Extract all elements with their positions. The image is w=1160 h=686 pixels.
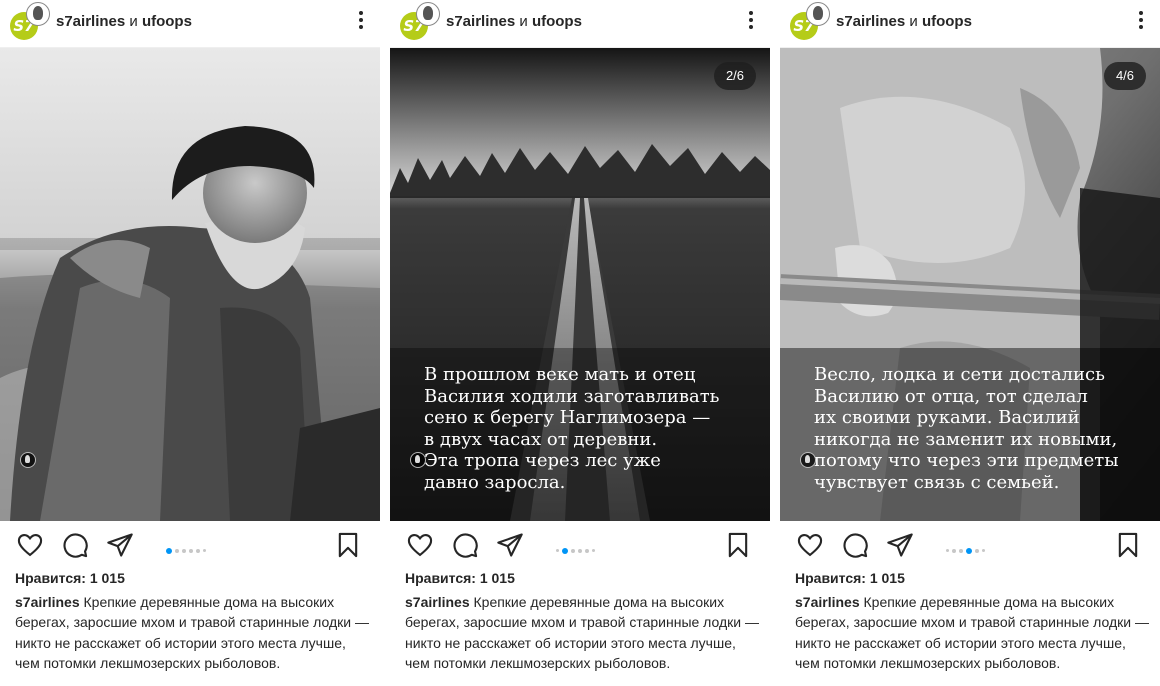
account-name-s7airlines[interactable]: s7airlines — [56, 13, 125, 30]
likes-count[interactable]: Нравится: 1 015 — [405, 570, 515, 586]
post-card-1: S7 s7airlines и ufoops Нравится: 1 015 s… — [0, 0, 380, 686]
more-vertical-icon[interactable] — [746, 9, 756, 37]
more-vertical-icon[interactable] — [356, 9, 366, 37]
account-name-ufoops[interactable]: ufoops — [922, 13, 972, 30]
share-icon[interactable] — [106, 531, 136, 559]
post-actions — [780, 521, 1160, 567]
account-names[interactable]: s7airlines и ufoops — [836, 13, 972, 30]
post-header: S7 s7airlines и ufoops — [0, 0, 380, 48]
account-name-s7airlines[interactable]: s7airlines — [836, 13, 905, 30]
carousel-dot — [966, 547, 972, 554]
comment-icon[interactable] — [451, 531, 481, 559]
ufoops-avatar — [26, 2, 50, 26]
photo-overlay-text: В прошлом веке мать и отец Василия ходил… — [424, 364, 744, 493]
account-joiner: и — [909, 13, 918, 30]
post-card-2: S7 s7airlines и ufoops 2/6 В прошлом век… — [390, 0, 770, 686]
overlay-caption: В прошлом веке мать и отец Василия ходил… — [424, 364, 720, 493]
tagged-user-icon[interactable] — [800, 452, 816, 468]
likes-count[interactable]: Нравится: 1 015 — [795, 570, 905, 586]
carousel-dot — [578, 548, 582, 553]
post-photo[interactable]: 4/6 Весло, лодка и сети достались Васили… — [780, 48, 1160, 521]
account-name-ufoops[interactable]: ufoops — [142, 13, 192, 30]
bookmark-icon[interactable] — [724, 531, 754, 559]
comment-icon[interactable] — [61, 531, 91, 559]
tagged-user-icon[interactable] — [20, 452, 36, 468]
carousel-dot — [975, 548, 979, 553]
comment-icon[interactable] — [841, 531, 871, 559]
carousel-dot — [585, 548, 589, 553]
avatar[interactable]: S7 — [8, 2, 50, 42]
bookmark-icon[interactable] — [334, 531, 364, 559]
avatar[interactable]: S7 — [398, 2, 440, 42]
heart-icon[interactable] — [406, 531, 436, 559]
carousel-dot — [562, 547, 568, 554]
more-vertical-icon[interactable] — [1136, 9, 1146, 37]
ufoops-avatar — [416, 2, 440, 26]
carousel-dot — [203, 549, 206, 553]
account-names[interactable]: s7airlines и ufoops — [446, 13, 582, 30]
post-actions — [390, 521, 770, 567]
caption-username[interactable]: s7airlines — [795, 594, 860, 610]
carousel-indicator — [166, 542, 209, 554]
account-name-s7airlines[interactable]: s7airlines — [446, 13, 515, 30]
carousel-dot — [952, 548, 956, 553]
post-photo[interactable] — [0, 48, 380, 521]
carousel-dot — [189, 548, 193, 553]
carousel-dot — [982, 549, 985, 553]
caption-username[interactable]: s7airlines — [15, 594, 80, 610]
photo-overlay-text: Весло, лодка и сети достались Василию от… — [814, 364, 1134, 493]
post-photo[interactable]: 2/6 В прошлом веке мать и отец Василия х… — [390, 48, 770, 521]
heart-icon[interactable] — [796, 531, 826, 559]
tagged-user-icon[interactable] — [410, 452, 426, 468]
avatar[interactable]: S7 — [788, 2, 830, 42]
likes-count[interactable]: Нравится: 1 015 — [15, 570, 125, 586]
ufoops-avatar — [806, 2, 830, 26]
carousel-dot — [959, 548, 963, 553]
post-caption: s7airlines Крепкие деревянные дома на вы… — [795, 592, 1150, 674]
account-joiner: и — [519, 13, 528, 30]
post-caption: s7airlines Крепкие деревянные дома на вы… — [15, 592, 370, 674]
carousel-indicator — [946, 542, 988, 554]
account-name-ufoops[interactable]: ufoops — [532, 13, 582, 30]
post-actions — [0, 521, 380, 567]
heart-icon[interactable] — [16, 531, 46, 559]
carousel-counter: 4/6 — [1104, 62, 1146, 90]
carousel-dot — [196, 548, 200, 553]
carousel-indicator — [556, 542, 598, 554]
carousel-dot — [166, 547, 172, 554]
carousel-dot — [571, 548, 575, 553]
carousel-dot — [175, 548, 179, 553]
carousel-counter: 2/6 — [714, 62, 756, 90]
share-icon[interactable] — [496, 531, 526, 559]
account-joiner: и — [129, 13, 138, 30]
bookmark-icon[interactable] — [1114, 531, 1144, 559]
carousel-dot — [592, 549, 595, 553]
carousel-dot — [182, 548, 186, 553]
carousel-dot — [946, 549, 949, 553]
post-card-3: S7 s7airlines и ufoops 4/6 Весло, лодка … — [780, 0, 1160, 686]
post-caption: s7airlines Крепкие деревянные дома на вы… — [405, 592, 760, 674]
fisherman-photo — [0, 48, 380, 521]
account-names[interactable]: s7airlines и ufoops — [56, 13, 192, 30]
carousel-dot — [556, 549, 559, 553]
post-header: S7 s7airlines и ufoops — [780, 0, 1160, 48]
overlay-caption: Весло, лодка и сети достались Василию от… — [814, 364, 1119, 493]
post-header: S7 s7airlines и ufoops — [390, 0, 770, 48]
caption-username[interactable]: s7airlines — [405, 594, 470, 610]
share-icon[interactable] — [886, 531, 916, 559]
